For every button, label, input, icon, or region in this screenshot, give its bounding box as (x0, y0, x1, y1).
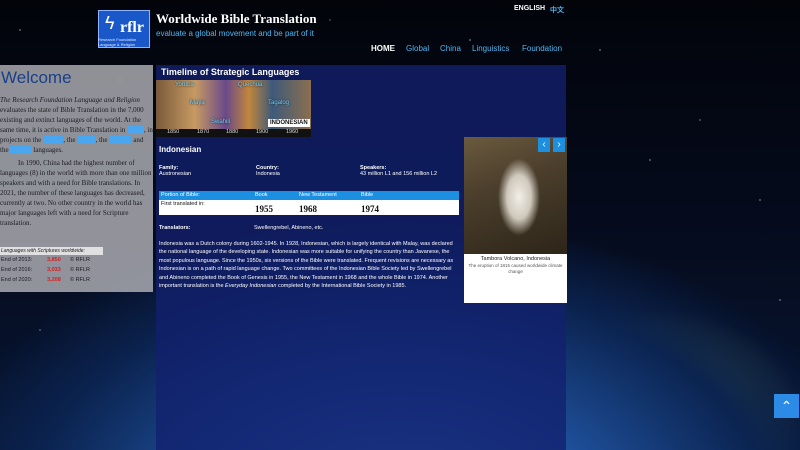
timeline-yoruba[interactable]: Yoruba (175, 82, 194, 88)
nav-home[interactable]: HOME (371, 44, 395, 53)
welcome-title: Welcome (1, 68, 72, 87)
prev-arrow-icon[interactable]: ‹ (538, 138, 550, 152)
bible-table-row: First translated in: 1955 1968 1974 (159, 200, 459, 215)
bible-table: Portion of Bible: Book New Testament Bib… (159, 191, 459, 215)
bible-year: 1974 (361, 204, 379, 214)
nav-china[interactable]: China (440, 44, 461, 53)
link-china[interactable]: China (127, 126, 144, 135)
lang-english[interactable]: ENGLISH (514, 5, 545, 12)
speakers-fact: Speakers: 43 million L1 and 156 million … (360, 165, 438, 177)
timeline-tagalog[interactable]: Tagalog (268, 100, 289, 106)
stat-row: End of 2016: 3,033 © RFLR (1, 267, 90, 273)
lightning-icon: ϟ (105, 13, 115, 33)
timeline-maya[interactable]: Maya (190, 100, 205, 106)
timeline-years: 1850 1870 1880 1900 1960 (156, 129, 311, 137)
chevron-up-icon: ⌃ (780, 398, 793, 414)
photo-caption: Tambora Volcano, Indonesia The eruption … (464, 254, 567, 303)
timeline-quechua[interactable]: Quechua (238, 82, 262, 88)
logo-mark: rflr (120, 19, 144, 36)
link-hmu-b[interactable]: Hmu B (42, 136, 64, 145)
stats-heading: Languages with Scriptures worldwide: (0, 247, 103, 255)
link-mongol[interactable]: Mongol (109, 136, 132, 145)
foundation-name: The Research Foundation Language and Rel… (0, 96, 140, 104)
nav-linguistics[interactable]: Linguistics (472, 44, 509, 53)
volcano-photo (464, 137, 567, 254)
language-name: Indonesian (159, 145, 202, 154)
nt-year: 1968 (299, 204, 317, 214)
welcome-panel: Welcome The Research Foundation Language… (0, 65, 153, 292)
bible-table-header: Portion of Bible: Book New Testament Bib… (159, 191, 459, 200)
next-arrow-icon[interactable]: › (553, 138, 565, 152)
lang-chinese[interactable]: 中文 (550, 5, 564, 15)
country-fact: Country: Indonesia (256, 165, 280, 177)
timeline-selected[interactable]: INDONESIAN (268, 119, 310, 127)
welcome-text: The Research Foundation Language and Rel… (0, 96, 153, 228)
nav-foundation[interactable]: Foundation (522, 44, 562, 53)
timeline-swahili[interactable]: Swahili (211, 119, 230, 125)
timeline-title: Timeline of Strategic Languages (161, 67, 300, 77)
scroll-top-button[interactable]: ⌃ (774, 394, 799, 418)
welcome-paragraph-2: In 1990, China had the highest number of… (0, 158, 152, 228)
language-description: Indonesia was a Dutch colony during 1602… (159, 241, 454, 290)
translators: Translators: Swellengrebel, Abineno, etc… (159, 225, 324, 231)
site-title[interactable]: Worldwide Bible Translation (156, 11, 317, 27)
stat-row: End of 2013: 3,850 © RFLR (1, 257, 90, 263)
book-year: 1955 (255, 204, 273, 214)
stat-row: End of 2020: 3,208 © RFLR (1, 277, 90, 283)
tagline: evaluate a global movement and be part o… (156, 29, 314, 38)
family-fact: Family: Austronesian (159, 165, 192, 177)
timeline-strip[interactable]: Yoruba Quechua Maya Tagalog Swahili INDO… (156, 80, 311, 130)
logo-subtitle: Research Foundation Language & Religion (98, 37, 137, 47)
scripture-stats: Languages with Scriptures worldwide: End… (0, 247, 103, 285)
link-nuosu[interactable]: Nuosu (77, 136, 96, 145)
nav-global[interactable]: Global (406, 44, 429, 53)
link-akha-b[interactable]: Akha B (9, 146, 32, 155)
